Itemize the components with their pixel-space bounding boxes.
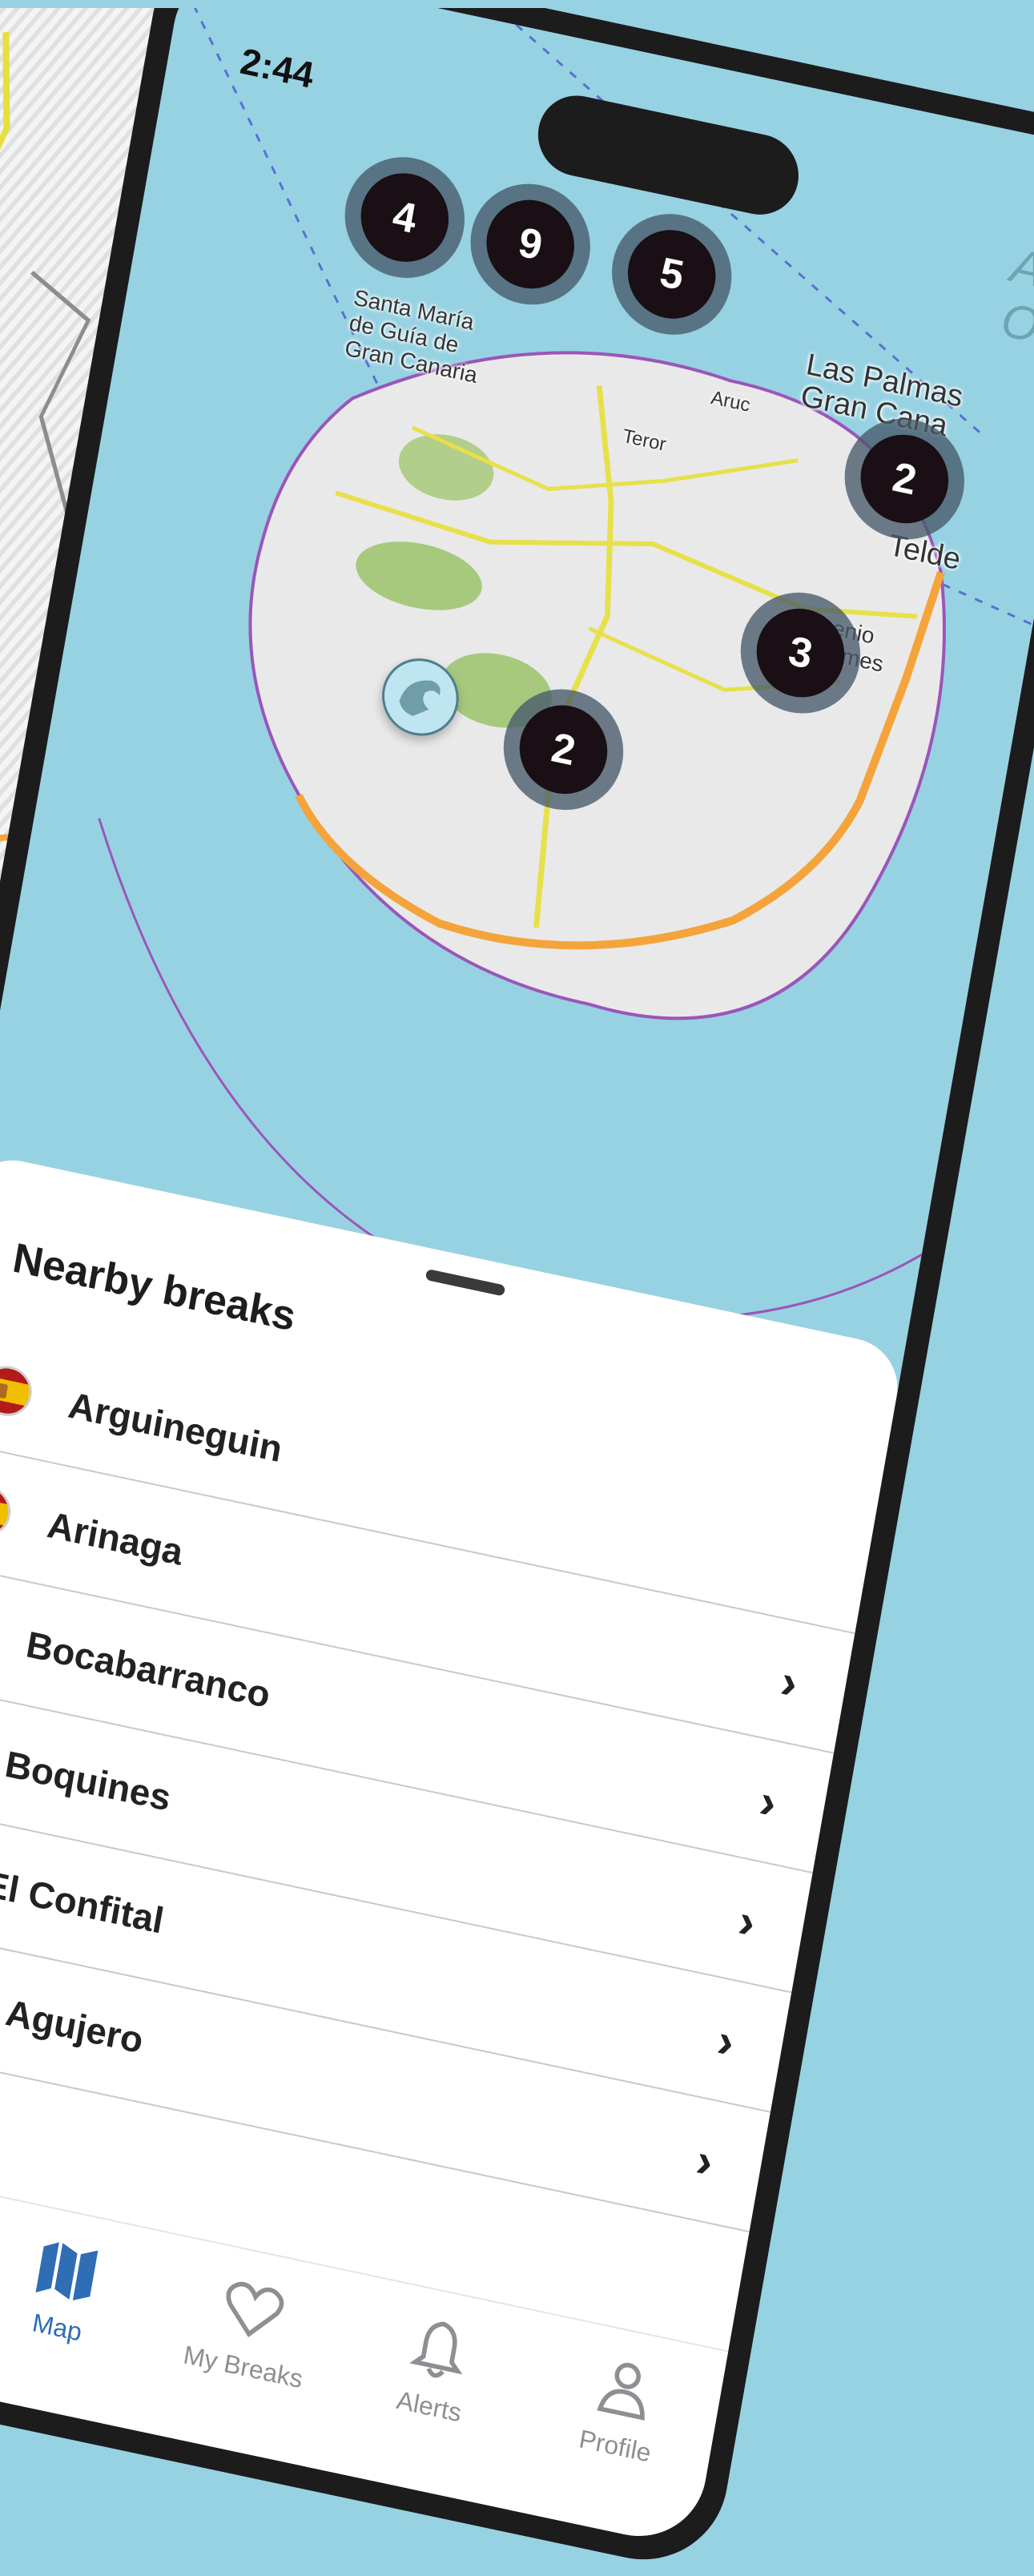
- chevron-right-icon: ›: [734, 1893, 760, 1950]
- tab-alerts[interactable]: Alerts: [321, 2273, 542, 2510]
- break-name: Arinaga: [44, 1503, 187, 1573]
- cluster-count: 2: [853, 426, 956, 532]
- chevron-right-icon: ›: [692, 2131, 718, 2188]
- tab-profile[interactable]: Profile: [507, 2312, 728, 2549]
- break-name: Arguineguin: [65, 1383, 286, 1471]
- breaks-list: Arguineguin Arinaga › Bocabarranco › Boq…: [0, 1316, 876, 2233]
- map-icon: [35, 2242, 99, 2300]
- tab-label: My Breaks: [181, 2340, 305, 2394]
- person-icon: [596, 2362, 645, 2421]
- sheet-grabber[interactable]: [424, 1268, 506, 1297]
- wave-glyph: [399, 680, 441, 716]
- phone-screen: A O Santa María de Guía de Gran Canaria …: [0, 0, 1034, 2550]
- cluster-count: 4: [353, 165, 456, 271]
- spain-flag-icon: [0, 1361, 36, 1421]
- cluster-count: 5: [621, 221, 723, 327]
- heart-icon: [226, 2281, 284, 2338]
- break-name: El Agujero: [0, 1982, 147, 2062]
- break-name: Boquines: [2, 1742, 175, 1819]
- tab-label: Map: [30, 2308, 85, 2347]
- tab-label: Alerts: [394, 2385, 464, 2428]
- tab-bar: Search Map My Breaks: [0, 2152, 729, 2550]
- break-name: El Confital: [0, 1862, 167, 1942]
- break-name: Bocabarranco: [23, 1623, 274, 1716]
- top-edge: [0, 0, 1034, 8]
- cluster-count: 3: [749, 600, 851, 706]
- spain-flag-icon: [0, 1481, 15, 1540]
- nearby-breaks-sheet: Nearby breaks Arguineguin Arinaga › Boca…: [0, 1151, 905, 2550]
- tab-my-breaks[interactable]: My Breaks: [135, 2234, 356, 2470]
- chevron-right-icon: ›: [755, 1773, 781, 1829]
- bell-icon: [408, 2321, 463, 2378]
- chevron-right-icon: ›: [776, 1653, 803, 1710]
- cluster-count: 9: [479, 191, 581, 297]
- tab-label: Profile: [577, 2424, 654, 2468]
- sheet-title: Nearby breaks: [9, 1234, 300, 1341]
- phone-frame: A O Santa María de Guía de Gran Canaria …: [0, 0, 1034, 2576]
- chevron-right-icon: ›: [713, 2012, 739, 2069]
- cluster-count: 2: [513, 697, 614, 803]
